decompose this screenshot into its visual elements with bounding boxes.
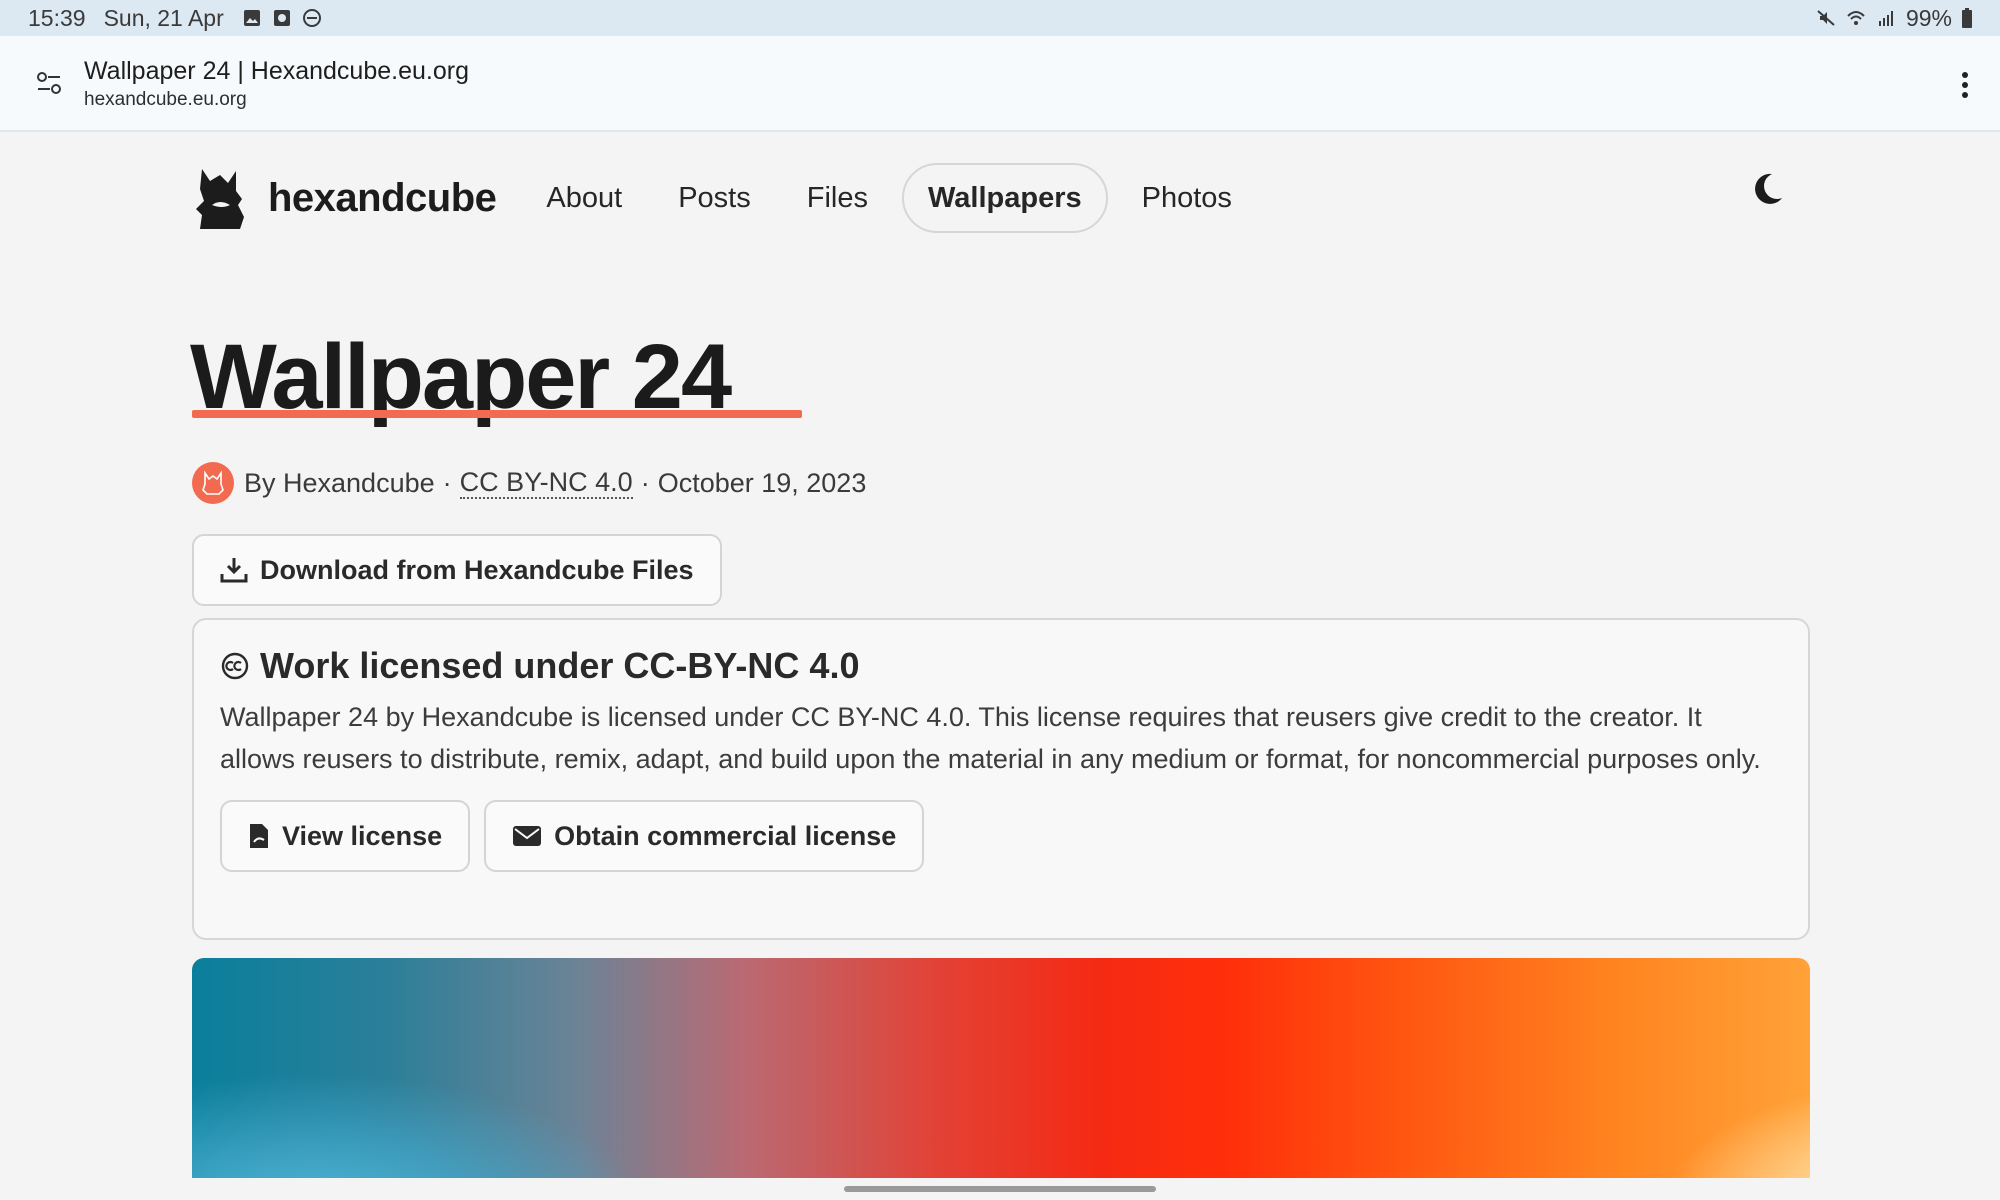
site-nav: hexandcube About Posts Files Wallpapers … bbox=[192, 160, 1812, 236]
nav-about[interactable]: About bbox=[518, 163, 650, 233]
url-texts[interactable]: Wallpaper 24 | Hexandcube.eu.org hexandc… bbox=[84, 54, 469, 112]
nav-files[interactable]: Files bbox=[779, 163, 896, 233]
status-bar-right: 99% bbox=[1816, 5, 1972, 32]
site-settings-icon[interactable] bbox=[34, 68, 64, 98]
document-icon bbox=[250, 824, 268, 848]
license-heading: Work licensed under CC-BY-NC 4.0 bbox=[220, 642, 1782, 690]
more-options-icon[interactable] bbox=[1960, 70, 1970, 100]
notification-icons bbox=[242, 8, 322, 28]
license-description: Wallpaper 24 by Hexandcube is licensed u… bbox=[220, 702, 1761, 774]
fox-avatar-icon bbox=[202, 470, 224, 495]
gesture-handle bbox=[844, 1186, 1156, 1192]
brand-name[interactable]: hexandcube bbox=[268, 176, 497, 221]
license-actions: View license Obtain commercial license bbox=[220, 800, 1782, 872]
status-bar-left: 15:39 Sun, 21 Apr bbox=[28, 5, 322, 32]
browser-url-bar: Wallpaper 24 | Hexandcube.eu.org hexandc… bbox=[0, 36, 2000, 132]
meta-separator: · bbox=[442, 467, 452, 498]
meta-separator: · bbox=[640, 467, 650, 498]
tab-title: Wallpaper 24 | Hexandcube.eu.org bbox=[84, 57, 469, 85]
download-button[interactable]: Download from Hexandcube Files bbox=[192, 534, 722, 606]
view-license-label: View license bbox=[282, 820, 443, 851]
url-host: hexandcube.eu.org bbox=[84, 89, 247, 110]
gallery-icon bbox=[243, 10, 260, 26]
screen-record-icon bbox=[273, 10, 290, 26]
author-byline: By Hexandcube bbox=[244, 467, 435, 498]
battery-percent: 99% bbox=[1905, 4, 1952, 31]
view-license-button[interactable]: View license bbox=[220, 800, 471, 872]
title-underline bbox=[192, 410, 802, 418]
status-date: Sun, 21 Apr bbox=[103, 4, 224, 31]
download-label: Download from Hexandcube Files bbox=[260, 554, 694, 585]
status-time: 15:39 bbox=[28, 4, 86, 31]
commercial-license-label: Obtain commercial license bbox=[554, 820, 897, 851]
license-box: Work licensed under CC-BY-NC 4.0 Wallpap… bbox=[192, 618, 1810, 940]
download-icon bbox=[220, 558, 248, 583]
license-heading-text: Work licensed under CC-BY-NC 4.0 bbox=[260, 645, 860, 686]
license-abbr[interactable]: CC BY-NC 4.0 bbox=[459, 467, 633, 499]
creative-commons-icon bbox=[221, 652, 249, 680]
signal-icon bbox=[1878, 11, 1893, 26]
mute-icon bbox=[1817, 10, 1835, 26]
fox-logo-icon[interactable] bbox=[192, 165, 250, 231]
nav-wallpapers[interactable]: Wallpapers bbox=[901, 163, 1108, 233]
post-date: October 19, 2023 bbox=[657, 467, 867, 498]
dnd-icon bbox=[302, 9, 321, 27]
wifi-icon bbox=[1847, 11, 1865, 25]
status-bar: 15:39 Sun, 21 Apr 99% bbox=[0, 0, 2000, 36]
nav-posts[interactable]: Posts bbox=[650, 163, 779, 233]
wallpaper-preview-image[interactable] bbox=[192, 958, 1810, 1178]
commercial-license-button[interactable]: Obtain commercial license bbox=[484, 800, 925, 872]
author-avatar bbox=[192, 462, 234, 504]
battery-icon bbox=[1962, 8, 1972, 28]
dark-mode-toggle-icon[interactable] bbox=[1752, 172, 1784, 206]
envelope-icon bbox=[513, 826, 542, 846]
post-meta: By Hexandcube · CC BY-NC 4.0 · October 1… bbox=[192, 462, 866, 504]
nav-photos[interactable]: Photos bbox=[1114, 163, 1260, 233]
